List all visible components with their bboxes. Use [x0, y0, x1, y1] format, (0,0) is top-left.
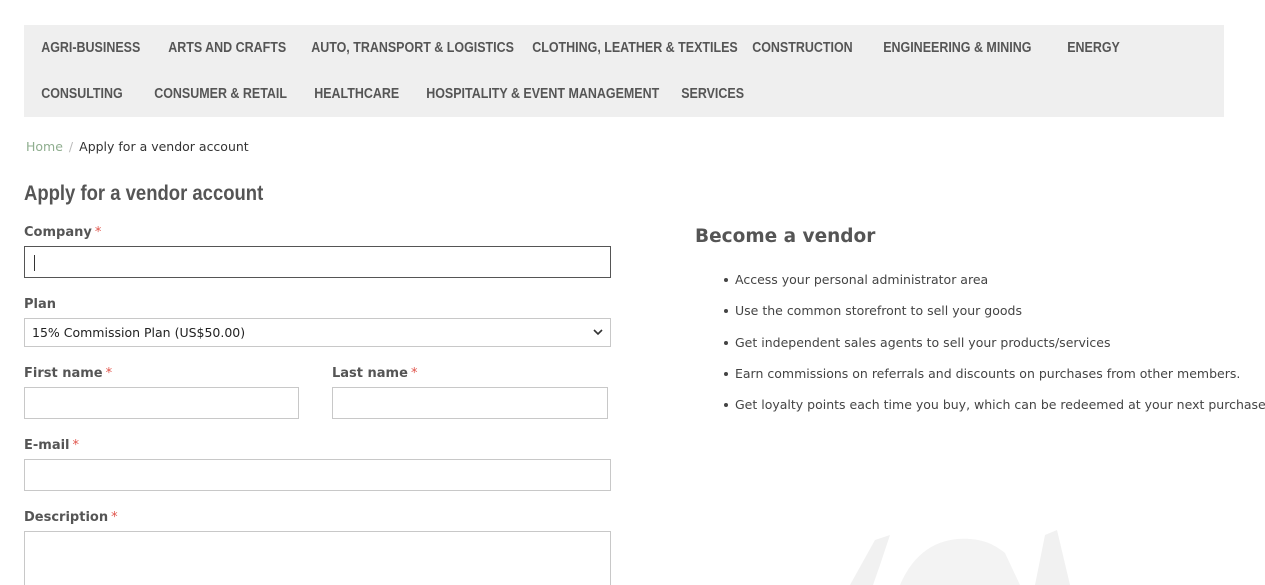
company-label-text: Company [24, 225, 92, 240]
list-item: Earn commissions on referrals and discou… [722, 366, 1265, 397]
description-label-text: Description [24, 510, 109, 525]
nav-item-energy[interactable]: ENERGY [1050, 39, 1137, 57]
category-nav: AGRI-BUSINESS ARTS AND CRAFTS AUTO, TRAN… [24, 25, 1224, 117]
breadcrumb-home-link[interactable]: Home [26, 139, 63, 154]
description-label: Description * [24, 510, 118, 525]
become-vendor-title: Become a vendor [695, 226, 876, 247]
nav-item-agri-business[interactable]: AGRI-BUSINESS [24, 39, 157, 57]
required-mark: * [410, 366, 418, 381]
email-label: E-mail * [24, 438, 79, 453]
list-item: Get loyalty points each time you buy, wh… [722, 397, 1265, 428]
company-label: Company * [24, 225, 101, 240]
first-name-label-text: First name [24, 366, 103, 381]
nav-item-construction[interactable]: CONSTRUCTION [735, 39, 870, 57]
breadcrumb-separator: / [68, 139, 74, 154]
nav-item-consumer-retail[interactable]: CONSUMER & RETAIL [137, 85, 304, 103]
plan-label: Plan [24, 297, 56, 312]
nav-item-engineering-mining[interactable]: ENGINEERING & MINING [866, 39, 1049, 57]
list-item: Get independent sales agents to sell you… [722, 335, 1265, 366]
breadcrumb: Home / Apply for a vendor account [26, 139, 249, 154]
description-textarea[interactable] [24, 531, 611, 585]
page-title: Apply for a vendor account [24, 182, 264, 205]
plan-selected-value: 15% Commission Plan (US$50.00) [32, 325, 246, 340]
nav-item-healthcare[interactable]: HEALTHCARE [297, 85, 416, 103]
nav-item-arts-and-crafts[interactable]: ARTS AND CRAFTS [151, 39, 303, 57]
nav-item-consulting[interactable]: CONSULTING [24, 85, 140, 103]
plan-label-text: Plan [24, 297, 57, 312]
list-item: Access your personal administrator area [722, 272, 1265, 303]
last-name-label-text: Last name [332, 366, 408, 381]
nav-item-auto-transport-logistics[interactable]: AUTO, TRANSPORT & LOGISTICS [294, 39, 531, 57]
breadcrumb-current: Apply for a vendor account [79, 139, 249, 154]
company-input[interactable] [24, 246, 611, 278]
text-caret [34, 255, 35, 271]
nav-item-hospitality-event-management[interactable]: HOSPITALITY & EVENT MANAGEMENT [409, 85, 676, 103]
nav-item-services[interactable]: SERVICES [664, 85, 761, 103]
first-name-label: First name * [24, 366, 112, 381]
chevron-down-icon [593, 329, 603, 336]
list-item: Use the common storefront to sell your g… [722, 303, 1265, 334]
required-mark: * [105, 366, 113, 381]
required-mark: * [72, 438, 80, 453]
watermark-graphic [850, 530, 1070, 585]
plan-select[interactable]: 15% Commission Plan (US$50.00) [24, 318, 611, 347]
last-name-label: Last name * [332, 366, 417, 381]
vendor-benefits-list: Access your personal administrator area … [722, 272, 1265, 428]
email-input[interactable] [24, 459, 611, 491]
nav-item-clothing-leather-textiles[interactable]: CLOTHING, LEATHER & TEXTILES [515, 39, 755, 57]
required-mark: * [94, 225, 102, 240]
last-name-input[interactable] [332, 387, 608, 419]
first-name-input[interactable] [24, 387, 299, 419]
required-mark: * [111, 510, 118, 525]
email-label-text: E-mail [24, 438, 70, 453]
